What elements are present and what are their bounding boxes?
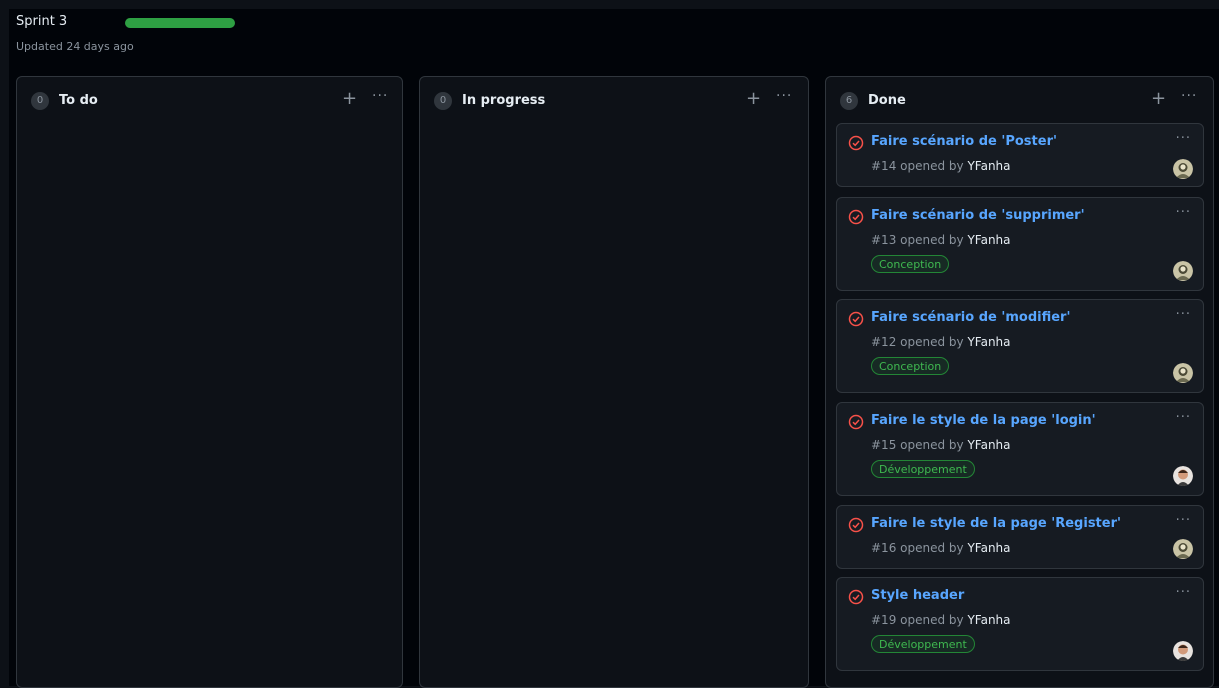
avatar[interactable] bbox=[1173, 363, 1193, 383]
kebab-icon[interactable]: ··· bbox=[1176, 585, 1191, 600]
closed-issue-icon bbox=[848, 517, 864, 533]
issue-number: #14 bbox=[871, 159, 897, 173]
issue-number: #12 bbox=[871, 335, 897, 349]
project-progress-bar bbox=[125, 18, 235, 28]
avatar[interactable] bbox=[1173, 261, 1193, 281]
avatar[interactable] bbox=[1173, 466, 1193, 486]
opened-by-text: opened by bbox=[900, 335, 964, 349]
column-header: 0 In progress + ··· bbox=[420, 77, 808, 125]
kebab-icon[interactable]: ··· bbox=[1176, 513, 1191, 528]
label-badge[interactable]: Conception bbox=[871, 357, 950, 375]
issue-card[interactable]: Faire le style de la page 'login' #15 op… bbox=[836, 402, 1204, 496]
issue-author-link[interactable]: YFanha bbox=[967, 613, 1010, 627]
kebab-icon[interactable]: ··· bbox=[1176, 131, 1191, 146]
avatar[interactable] bbox=[1173, 641, 1193, 661]
opened-by-text: opened by bbox=[900, 233, 964, 247]
issue-number: #16 bbox=[871, 541, 897, 555]
project-updated-text: Updated 24 days ago bbox=[16, 40, 134, 53]
issue-meta: #19 opened by YFanha bbox=[871, 613, 1011, 627]
kebab-icon[interactable]: ··· bbox=[1181, 88, 1197, 104]
issue-title-link[interactable]: Faire scénario de 'Poster' bbox=[871, 134, 1057, 149]
issue-author-link[interactable]: YFanha bbox=[967, 233, 1010, 247]
kebab-icon[interactable]: ··· bbox=[1176, 307, 1191, 322]
issue-number: #19 bbox=[871, 613, 897, 627]
column-header: 6 Done + ··· bbox=[826, 77, 1213, 125]
issue-title-link[interactable]: Faire le style de la page 'Register' bbox=[871, 516, 1121, 531]
closed-issue-icon bbox=[848, 589, 864, 605]
column-count-badge: 0 bbox=[31, 92, 49, 110]
plus-icon[interactable]: + bbox=[746, 89, 761, 109]
label-badge[interactable]: Développement bbox=[871, 460, 975, 478]
plus-icon[interactable]: + bbox=[1151, 89, 1166, 109]
column-count-badge: 0 bbox=[434, 92, 452, 110]
issue-meta: #15 opened by YFanha bbox=[871, 438, 1011, 452]
issue-title-link[interactable]: Faire le style de la page 'login' bbox=[871, 413, 1096, 428]
label-badge[interactable]: Développement bbox=[871, 635, 975, 653]
issue-card[interactable]: Faire scénario de 'supprimer' #13 opened… bbox=[836, 197, 1204, 291]
avatar[interactable] bbox=[1173, 159, 1193, 179]
column-done: 6 Done + ··· Faire scénario de 'Poster' … bbox=[825, 76, 1214, 688]
column-count-badge: 6 bbox=[840, 92, 858, 110]
column-title: In progress bbox=[462, 93, 546, 108]
issue-author-link[interactable]: YFanha bbox=[967, 438, 1010, 452]
issue-meta: #12 opened by YFanha bbox=[871, 335, 1011, 349]
column-in-progress: 0 In progress + ··· bbox=[419, 76, 809, 688]
issue-card[interactable]: Faire scénario de 'modifier' #12 opened … bbox=[836, 299, 1204, 393]
kebab-icon[interactable]: ··· bbox=[1176, 205, 1191, 220]
column-title: Done bbox=[868, 93, 906, 108]
closed-issue-icon bbox=[848, 311, 864, 327]
opened-by-text: opened by bbox=[900, 159, 964, 173]
issue-author-link[interactable]: YFanha bbox=[967, 541, 1010, 555]
issue-card[interactable]: Style header #19 opened by YFanha Dévelo… bbox=[836, 577, 1204, 671]
label-badge[interactable]: Conception bbox=[871, 255, 950, 273]
issue-author-link[interactable]: YFanha bbox=[967, 159, 1010, 173]
closed-issue-icon bbox=[848, 414, 864, 430]
kebab-icon[interactable]: ··· bbox=[1176, 410, 1191, 425]
column-to-do: 0 To do + ··· bbox=[16, 76, 403, 688]
avatar[interactable] bbox=[1173, 539, 1193, 559]
issue-card[interactable]: Faire le style de la page 'Register' #16… bbox=[836, 505, 1204, 569]
issue-number: #13 bbox=[871, 233, 897, 247]
opened-by-text: opened by bbox=[900, 438, 964, 452]
issue-title-link[interactable]: Faire scénario de 'modifier' bbox=[871, 310, 1070, 325]
issue-title-link[interactable]: Faire scénario de 'supprimer' bbox=[871, 208, 1085, 223]
closed-issue-icon bbox=[848, 135, 864, 151]
column-title: To do bbox=[59, 93, 98, 108]
closed-issue-icon bbox=[848, 209, 864, 225]
kebab-icon[interactable]: ··· bbox=[776, 88, 792, 104]
opened-by-text: opened by bbox=[900, 541, 964, 555]
plus-icon[interactable]: + bbox=[342, 89, 357, 109]
project-title: Sprint 3 bbox=[16, 14, 68, 29]
opened-by-text: opened by bbox=[900, 613, 964, 627]
issue-meta: #16 opened by YFanha bbox=[871, 541, 1011, 555]
issue-number: #15 bbox=[871, 438, 897, 452]
issue-title-link[interactable]: Style header bbox=[871, 588, 964, 603]
issue-meta: #14 opened by YFanha bbox=[871, 159, 1011, 173]
issue-card[interactable]: Faire scénario de 'Poster' #14 opened by… bbox=[836, 123, 1204, 187]
kebab-icon[interactable]: ··· bbox=[372, 88, 388, 104]
issue-meta: #13 opened by YFanha bbox=[871, 233, 1011, 247]
column-header: 0 To do + ··· bbox=[17, 77, 402, 125]
issue-author-link[interactable]: YFanha bbox=[967, 335, 1010, 349]
